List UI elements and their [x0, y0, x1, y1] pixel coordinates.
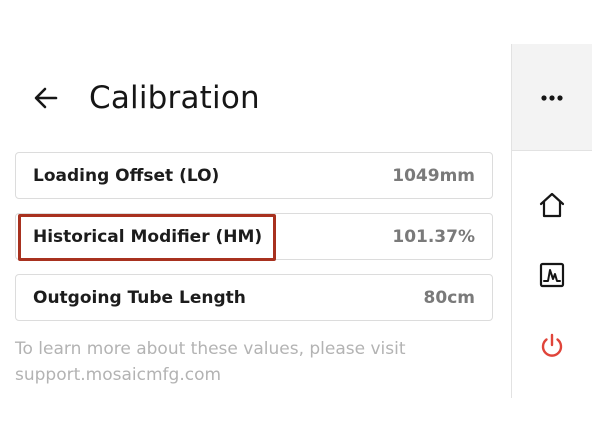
arrow-left-icon — [34, 87, 58, 109]
setting-value: 80cm — [423, 288, 475, 308]
home-button[interactable] — [536, 189, 568, 221]
setting-row-historical-modifier[interactable]: Historical Modifier (HM) 101.37% — [15, 213, 493, 260]
rail-menu-area — [512, 44, 592, 151]
help-text: To learn more about these values, please… — [15, 336, 485, 388]
power-icon — [541, 333, 563, 357]
help-link-text: support.mosaicmfg.com — [15, 365, 222, 385]
side-rail — [511, 44, 592, 398]
setting-row-outgoing-tube-length[interactable]: Outgoing Tube Length 80cm — [15, 274, 493, 321]
help-text-line: To learn more about these values, please… — [15, 339, 406, 359]
setting-value: 101.37% — [392, 227, 475, 247]
setting-row-loading-offset[interactable]: Loading Offset (LO) 1049mm — [15, 152, 493, 199]
home-icon — [539, 192, 565, 218]
more-horizontal-icon — [541, 95, 563, 101]
power-button[interactable] — [536, 330, 568, 362]
setting-label: Historical Modifier (HM) — [33, 227, 263, 247]
back-button[interactable] — [30, 82, 62, 114]
main-panel: Calibration Loading Offset (LO) 1049mm H… — [0, 0, 511, 444]
setting-value: 1049mm — [392, 166, 475, 186]
page-title: Calibration — [89, 80, 260, 116]
more-button[interactable] — [536, 82, 568, 114]
chart-icon — [539, 262, 565, 288]
setting-label: Outgoing Tube Length — [33, 288, 246, 308]
setting-label: Loading Offset (LO) — [33, 166, 220, 186]
chart-button[interactable] — [536, 259, 568, 291]
